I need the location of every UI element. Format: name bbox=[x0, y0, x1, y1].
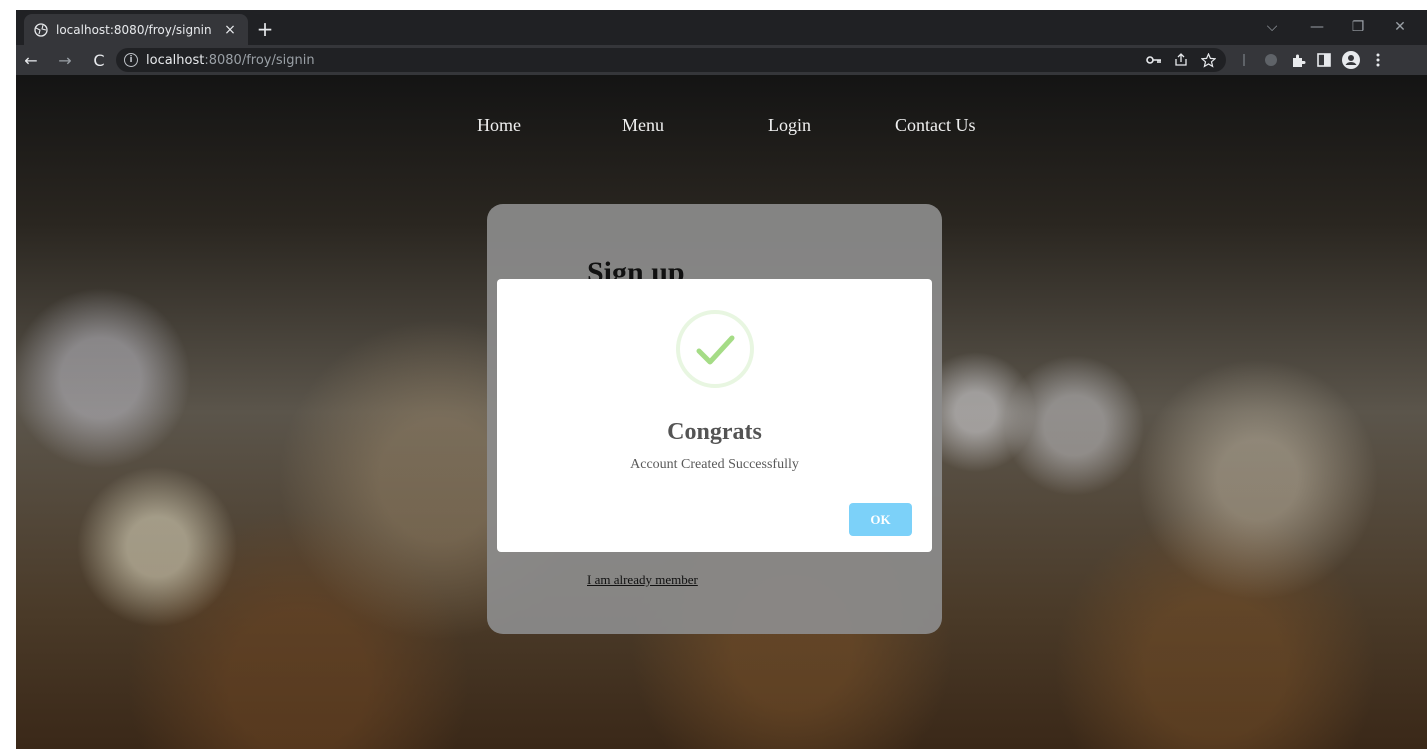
ok-button[interactable]: OK bbox=[849, 503, 912, 536]
success-check-icon bbox=[676, 310, 754, 388]
page-viewport: Home Menu Login Contact Us Sign up I am … bbox=[16, 75, 1427, 749]
tab-title: localhost:8080/froy/signin bbox=[56, 22, 212, 37]
browser-tab[interactable]: localhost:8080/froy/signin × bbox=[24, 14, 248, 45]
profile-avatar-icon[interactable] bbox=[1341, 50, 1361, 70]
restore-button[interactable]: ❐ bbox=[1338, 14, 1378, 40]
url-text: localhost:8080/froy/signin bbox=[146, 53, 315, 68]
success-modal: Congrats Account Created Successfully OK bbox=[497, 279, 932, 552]
extension-circle-icon[interactable] bbox=[1261, 50, 1281, 70]
tab-close-icon[interactable]: × bbox=[222, 22, 238, 38]
browser-toolbar: ← → C i localhost:8080/froy/signin bbox=[16, 45, 1427, 75]
browser-window: localhost:8080/froy/signin × + ⌵ — ❐ ✕ ←… bbox=[16, 10, 1427, 749]
tab-strip: localhost:8080/froy/signin × + ⌵ — ❐ ✕ bbox=[16, 10, 1427, 45]
reload-button[interactable]: C bbox=[88, 49, 110, 71]
nav-menu[interactable]: Menu bbox=[622, 115, 664, 136]
url-path: :8080/froy/signin bbox=[204, 52, 315, 68]
url-host: localhost bbox=[146, 52, 205, 68]
kebab-menu-icon[interactable] bbox=[1368, 50, 1388, 70]
nav-login[interactable]: Login bbox=[768, 115, 811, 136]
nav-home[interactable]: Home bbox=[477, 115, 521, 136]
globe-icon bbox=[34, 22, 48, 37]
address-bar[interactable]: i localhost:8080/froy/signin bbox=[116, 48, 1226, 72]
modal-title: Congrats bbox=[667, 419, 762, 445]
site-info-icon[interactable]: i bbox=[124, 53, 138, 67]
tab-search-icon[interactable]: ⌵ bbox=[1252, 14, 1292, 40]
close-window-button[interactable]: ✕ bbox=[1380, 14, 1420, 40]
key-icon[interactable] bbox=[1144, 50, 1164, 70]
new-tab-button[interactable]: + bbox=[252, 16, 278, 42]
modal-message: Account Created Successfully bbox=[630, 457, 799, 472]
minimize-button[interactable]: — bbox=[1297, 14, 1337, 40]
extension-dim-icon[interactable] bbox=[1234, 50, 1254, 70]
side-panel-icon[interactable] bbox=[1314, 50, 1334, 70]
share-icon[interactable] bbox=[1171, 50, 1191, 70]
nav-contact-us[interactable]: Contact Us bbox=[895, 115, 976, 136]
already-member-link[interactable]: I am already member bbox=[587, 572, 698, 588]
back-button[interactable]: ← bbox=[20, 49, 42, 71]
main-nav: Home Menu Login Contact Us bbox=[16, 115, 1427, 145]
bookmark-star-icon[interactable] bbox=[1198, 50, 1218, 70]
forward-button[interactable]: → bbox=[54, 49, 76, 71]
extensions-puzzle-icon[interactable] bbox=[1288, 50, 1308, 70]
